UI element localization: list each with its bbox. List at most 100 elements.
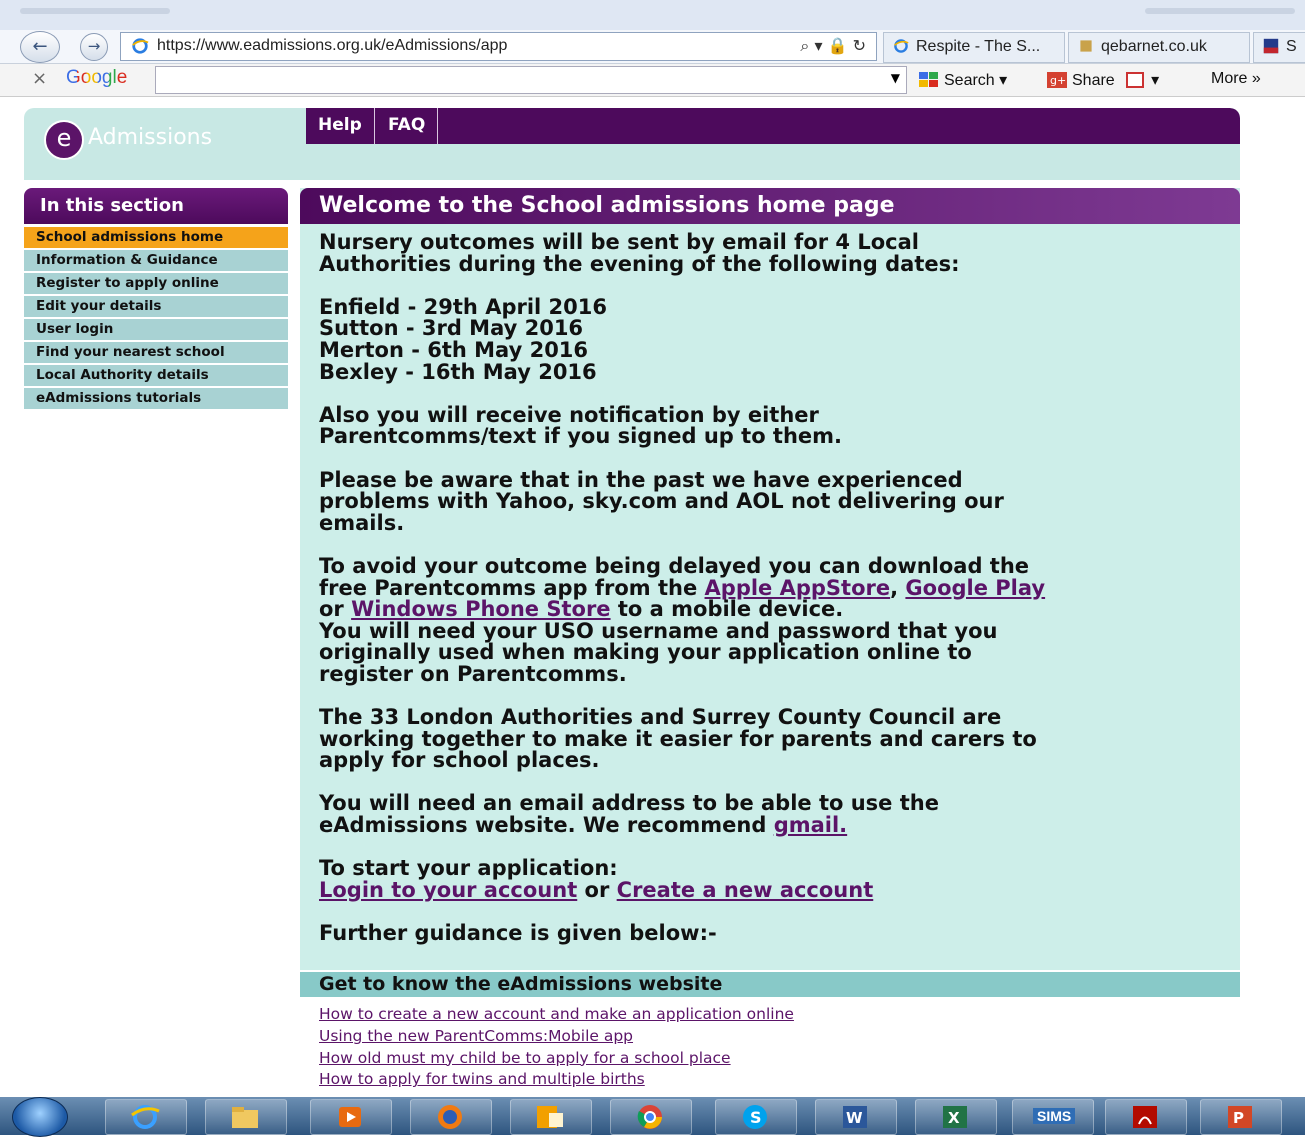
logo-word: Admissions (88, 125, 213, 150)
text-line: to a mobile device. (610, 597, 844, 622)
sidebar-item-tutorials[interactable]: eAdmissions tutorials (24, 388, 288, 409)
ie-page-icon (132, 38, 149, 54)
text-line: You will need your USO username and pass… (319, 618, 998, 643)
sidebar-item-edit-details[interactable]: Edit your details (24, 296, 288, 317)
guide-links: How to create a new account and make an … (319, 1004, 794, 1091)
email-required-paragraph: You will need an email address to be abl… (319, 793, 1224, 836)
google-plus-icon: g+ (1047, 72, 1067, 88)
taskbar-chrome[interactable] (610, 1099, 692, 1135)
guide-section-heading: Get to know the eAdmissions website (300, 972, 1240, 997)
text-line: To start your application: (319, 856, 618, 881)
skype-icon: S (743, 1105, 767, 1129)
google-logo: Google (66, 67, 127, 89)
taskbar-media-player[interactable] (310, 1099, 392, 1135)
share-label: Share (1072, 72, 1115, 89)
windows-taskbar: S W X SIMS P (0, 1097, 1305, 1137)
close-toolbar-icon[interactable]: × (32, 68, 47, 89)
tab-label: Respite - The S... (916, 38, 1041, 55)
taskbar-powerpoint[interactable]: P (1200, 1099, 1282, 1135)
ie-tab-icon (894, 39, 909, 53)
address-bar[interactable]: https://www.eadmissions.org.uk/eAdmissio… (120, 32, 877, 61)
taskbar-acrobat[interactable] (1105, 1099, 1187, 1135)
text-line: You will need an email address to be abl… (319, 791, 939, 816)
titlebar-quick-access (20, 8, 170, 14)
windows-phone-store-link[interactable]: Windows Phone Store (351, 597, 610, 621)
further-guidance-text: Further guidance is given below:- (319, 921, 1224, 945)
sidebar-item-school-admissions-home[interactable]: School admissions home (24, 227, 288, 248)
text-line: free Parentcomms app from the (319, 575, 705, 600)
guide-link-parentcomms-app[interactable]: Using the new ParentComms:Mobile app (319, 1026, 794, 1048)
back-button[interactable]: ← (20, 31, 60, 63)
sidebar-item-local-authority[interactable]: Local Authority details (24, 365, 288, 386)
sidebar-item-user-login[interactable]: User login (24, 319, 288, 340)
text-separator: or (577, 877, 617, 902)
tab-respite[interactable]: Respite - The S... (883, 32, 1065, 63)
text-line: apply for school places. (319, 748, 600, 773)
apple-appstore-link[interactable]: Apple AppStore (705, 576, 891, 600)
browser-navigation-bar: ← → https://www.eadmissions.org.uk/eAdmi… (0, 30, 1305, 64)
sidebar: In this section School admissions home I… (24, 188, 288, 411)
dropdown-arrow-icon[interactable]: ▼ (891, 71, 900, 85)
folder-icon (232, 1107, 258, 1128)
dates-list: Enfield - 29th April 2016 Sutton - 3rd M… (319, 294, 1224, 384)
taskbar-file-explorer[interactable] (205, 1099, 287, 1135)
gmail-link[interactable]: gmail. (774, 813, 847, 837)
sidebar-item-information-guidance[interactable]: Information & Guidance (24, 250, 288, 271)
google-search-button[interactable]: Search ▾ (918, 70, 1007, 90)
login-link[interactable]: Login to your account (319, 878, 577, 902)
date-sutton: Sutton - 3rd May 2016 (319, 316, 584, 341)
site-favicon-icon (1080, 40, 1092, 52)
sidebar-heading: In this section (24, 188, 288, 224)
tab-s[interactable]: S (1253, 32, 1305, 63)
text-line: Further guidance is given below:- (319, 921, 717, 945)
text-line: or (319, 597, 352, 622)
text-line: eAdmissions website. We recommend (319, 813, 774, 838)
tab-qebarnet[interactable]: qebarnet.co.uk (1068, 32, 1250, 63)
google-search-input[interactable]: ▼ (155, 66, 907, 94)
excel-icon: X (943, 1106, 967, 1128)
internet-explorer-icon (131, 1105, 160, 1129)
taskbar-word[interactable]: W (815, 1099, 897, 1135)
sidebar-item-find-school[interactable]: Find your nearest school (24, 342, 288, 363)
sims-label: SIMS (1033, 1108, 1076, 1124)
text-line: emails. (319, 510, 405, 535)
taskbar-excel[interactable]: X (915, 1099, 997, 1135)
guide-link-create-account[interactable]: How to create a new account and make an … (319, 1004, 794, 1026)
google-share-button[interactable]: g+ Share ▾ (1046, 70, 1159, 90)
date-enfield: Enfield - 29th April 2016 (319, 294, 607, 319)
tab-label: qebarnet.co.uk (1101, 38, 1207, 55)
acrobat-icon (1133, 1106, 1157, 1128)
guide-link-child-age[interactable]: How old must my child be to apply for a … (319, 1048, 794, 1070)
google-play-link[interactable]: Google Play (905, 576, 1045, 600)
titlebar-window-title (1145, 8, 1295, 14)
forward-button[interactable]: → (80, 33, 108, 61)
text-line: originally used when making your applica… (319, 640, 972, 665)
app-download-paragraph: To avoid your outcome being delayed you … (319, 555, 1224, 686)
guide-link-twins[interactable]: How to apply for twins and multiple birt… (319, 1069, 794, 1091)
text-line: working together to make it easier for p… (319, 726, 1037, 751)
taskbar-skype[interactable]: S (715, 1099, 797, 1135)
sidebar-item-register[interactable]: Register to apply online (24, 273, 288, 294)
text-line: register on Parentcomms. (319, 661, 627, 686)
date-bexley: Bexley - 16th May 2016 (319, 359, 597, 384)
translate-icon[interactable] (1125, 71, 1147, 89)
nav-faq[interactable]: FAQ (376, 108, 439, 144)
taskbar-internet-explorer[interactable] (105, 1099, 187, 1135)
taskbar-sims[interactable]: SIMS (1012, 1099, 1094, 1135)
start-button[interactable] (12, 1097, 68, 1137)
text-line: Also you will receive notification by ei… (319, 402, 819, 427)
notification-paragraph: Also you will receive notification by ei… (319, 402, 1224, 448)
main-content: Welcome to the School admissions home pa… (300, 188, 1240, 970)
create-account-link[interactable]: Create a new account (617, 878, 874, 902)
nav-help[interactable]: Help (306, 108, 375, 144)
address-tools[interactable]: ⌕ ▾ 🔒 ↻ (800, 36, 866, 56)
taskbar-outlook[interactable] (510, 1099, 592, 1135)
taskbar-firefox[interactable] (410, 1099, 492, 1135)
page-title: Welcome to the School admissions home pa… (300, 188, 1240, 224)
more-button[interactable]: More » (1211, 70, 1261, 88)
address-url[interactable]: https://www.eadmissions.org.uk/eAdmissio… (157, 37, 507, 55)
outlook-icon (537, 1106, 563, 1128)
search-label: Search (944, 72, 995, 89)
logo-circle: e (44, 120, 84, 160)
site-header: Help FAQ e Admissions (24, 108, 1240, 180)
